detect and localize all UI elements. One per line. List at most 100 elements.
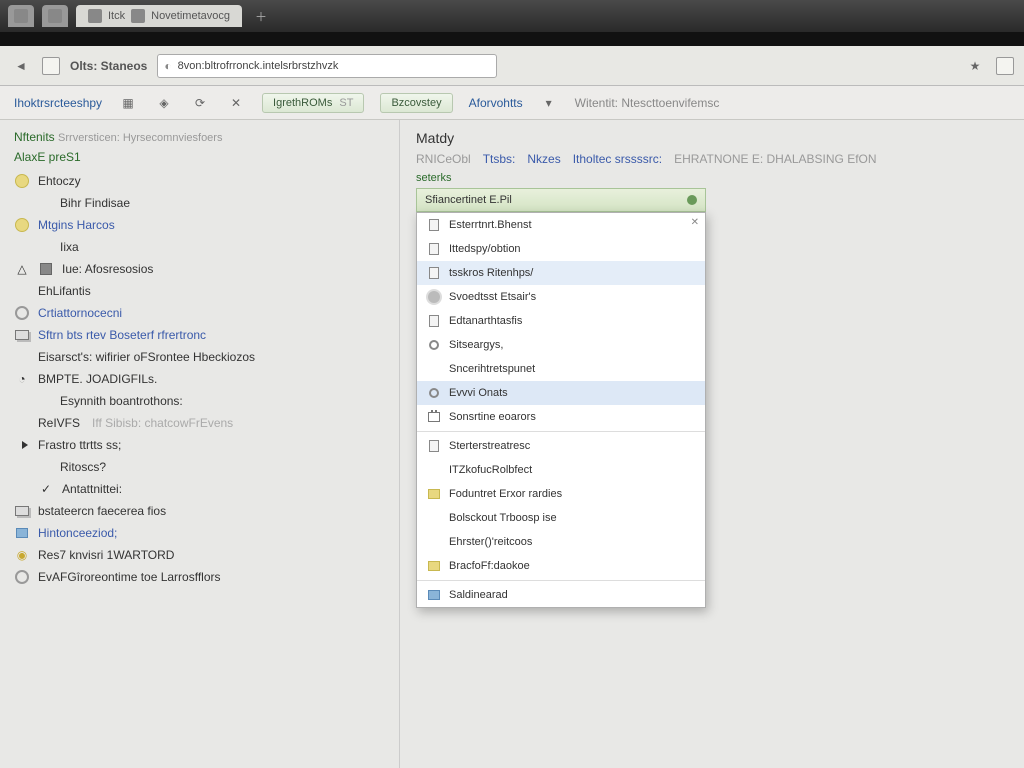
dropdown-item-label: Evvvi Onats bbox=[449, 387, 508, 399]
main-tabs: RNICeObl Ttsbs: Nkzes Itholtec srssssrc:… bbox=[416, 152, 1008, 166]
sidebar-item[interactable]: Frastro ttrtts ss; bbox=[14, 434, 385, 456]
sidebar-item-label: Bihr Findisae bbox=[60, 196, 130, 210]
toolbar-button-1[interactable]: IgrethROMs ST bbox=[262, 93, 364, 113]
dropdown-item-label: Foduntret Erxor rardies bbox=[449, 488, 562, 500]
toolbar-button-2[interactable]: Bzcovstey bbox=[380, 93, 452, 113]
new-tab-button[interactable]: ＋ bbox=[250, 5, 272, 27]
dropdown-item[interactable]: Saldinearad bbox=[417, 583, 705, 607]
sidebar-item[interactable]: ✓Antattnittei: bbox=[14, 478, 385, 500]
tab-item[interactable]: Ttsbs: bbox=[483, 152, 516, 166]
sidebar-item[interactable]: EvAFGîroreontime toe Larrosfflors bbox=[14, 566, 385, 588]
tab-item: EHRATNONE E: DHALABSING EfON bbox=[674, 152, 876, 166]
stack-icon bbox=[14, 503, 30, 519]
sidebar-item-label: Res7 knvisri 1WARTORD bbox=[38, 548, 174, 562]
sidebar-item[interactable]: ReIVFSIff Sibisb: chatcowFrEvens bbox=[14, 412, 385, 434]
spacer-icon bbox=[14, 349, 30, 365]
tab-item[interactable]: RNICeObl bbox=[416, 152, 471, 166]
sidebar-item[interactable]: ◉Res7 knvisri 1WARTORD bbox=[14, 544, 385, 566]
sidebar-item[interactable]: Eisarsct's: wifirier oFSrontee Hbeckiozo… bbox=[14, 346, 385, 368]
toolbar-icon-3[interactable]: ✕ bbox=[226, 94, 246, 112]
window-control-icon[interactable] bbox=[8, 5, 34, 27]
circle-icon bbox=[427, 386, 441, 400]
dropdown-panel: ✕ Esterrtnrt.Bhenst Ittedspy/obtiontsskro… bbox=[416, 212, 706, 608]
back-button[interactable]: ◄ bbox=[10, 55, 32, 77]
spacer-icon bbox=[14, 415, 30, 431]
item-icon bbox=[427, 511, 441, 525]
tab-item[interactable]: Itholtec srssssrc: bbox=[573, 152, 662, 166]
toolbar-link-1[interactable]: Aforvohtts bbox=[469, 96, 523, 110]
dropdown-item-label: Bolsckout Trboosp ise bbox=[449, 512, 557, 524]
dropdown-separator bbox=[417, 580, 705, 581]
tab-label: Itck bbox=[108, 10, 125, 22]
sidebar-item-label: Mtgins Harcos bbox=[38, 218, 115, 232]
dropdown-selected[interactable]: Sfiancertinet E.Pil bbox=[416, 188, 706, 212]
sidebar-item[interactable]: bstateercn faecerea fios bbox=[14, 500, 385, 522]
dropdown-item[interactable]: Ittedspy/obtion bbox=[417, 237, 705, 261]
dropdown-item[interactable]: Svoedtsst Etsair's bbox=[417, 285, 705, 309]
category-dropdown[interactable]: Sfiancertinet E.Pil ✕ Esterrtnrt.BhenstI… bbox=[416, 188, 706, 212]
sidebar-item-label: Iue: Afosresosios bbox=[62, 262, 153, 276]
dropdown-item[interactable]: Foduntret Erxor rardies bbox=[417, 482, 705, 506]
dropdown-item[interactable]: Sitseargys, bbox=[417, 333, 705, 357]
dropdown-item[interactable]: Sonsrtine eoarors bbox=[417, 405, 705, 429]
dropdown-item[interactable]: tsskros Ritenhps/ bbox=[417, 261, 705, 285]
dropdown-item[interactable]: Sncerihtretspunet bbox=[417, 357, 705, 381]
sidebar-item-label: Esynnith boantrothons: bbox=[60, 394, 183, 408]
refresh-icon[interactable]: ⟳ bbox=[190, 94, 210, 112]
document-icon bbox=[427, 218, 441, 232]
spacer-icon bbox=[36, 393, 52, 409]
dropdown-item[interactable]: ITZkofucRolbfect bbox=[417, 458, 705, 482]
dropdown-icon[interactable]: ▾ bbox=[539, 94, 559, 112]
dropdown-item[interactable]: Sterterstreatresc bbox=[417, 434, 705, 458]
sidebar-item[interactable]: Ritoscs? bbox=[14, 456, 385, 478]
dropdown-item[interactable]: BracfoFf:daokoe bbox=[417, 554, 705, 578]
sidebar-header: Nftenits Srrversticen: Hyrsecomnviesfoer… bbox=[14, 130, 385, 144]
sidebar-item[interactable]: ◔BMPTE. JOADIGFILs. bbox=[14, 368, 385, 390]
bookmark-icon[interactable]: ★ bbox=[964, 55, 986, 77]
browser-tab-1[interactable]: Itck Novetimetavocg bbox=[76, 5, 242, 27]
dropdown-item-label: Sterterstreatresc bbox=[449, 440, 530, 452]
sidebar-item-label: Hintonceeziod; bbox=[38, 526, 117, 540]
dropdown-item[interactable]: Ehrster()'reitcoos bbox=[417, 530, 705, 554]
sidebar-item[interactable]: Crtiattornocecni bbox=[14, 302, 385, 324]
sidebar-item-label: Crtiattornocecni bbox=[38, 306, 122, 320]
tab-item[interactable]: Nkzes bbox=[527, 152, 560, 166]
browser-tab-small[interactable] bbox=[42, 5, 68, 27]
dropdown-item[interactable]: Edtanarthtasfis bbox=[417, 309, 705, 333]
dropdown-separator bbox=[417, 431, 705, 432]
sidebar-item-label: EvAFGîroreontime toe Larrosfflors bbox=[38, 570, 221, 584]
calendar-icon bbox=[427, 410, 441, 424]
sidebar-item[interactable]: Bihr Findisae bbox=[14, 192, 385, 214]
spacer-icon bbox=[14, 481, 30, 497]
radio-icon bbox=[14, 569, 30, 585]
sidebar-item[interactable]: Mtgins Harcos bbox=[14, 214, 385, 236]
sidebar-item[interactable]: EhLifantis bbox=[14, 280, 385, 302]
item-icon bbox=[427, 362, 441, 376]
menu-icon[interactable] bbox=[996, 57, 1014, 75]
address-bar[interactable]: ◐ bbox=[157, 54, 497, 78]
dropdown-item[interactable]: Evvvi Onats bbox=[417, 381, 705, 405]
dropdown-item-label: Sitseargys, bbox=[449, 339, 503, 351]
app-brand[interactable]: Ihoktrsrcteeshpy bbox=[14, 96, 102, 110]
sidebar-panel: Nftenits Srrversticen: Hyrsecomnviesfoer… bbox=[0, 120, 400, 768]
radio-icon bbox=[14, 305, 30, 321]
sidebar-item[interactable]: Hintonceeziod; bbox=[14, 522, 385, 544]
dropdown-item[interactable]: Bolsckout Trboosp ise bbox=[417, 506, 705, 530]
url-input[interactable] bbox=[178, 60, 491, 72]
dropdown-close-icon[interactable]: ✕ bbox=[691, 217, 699, 228]
check-icon: ✓ bbox=[38, 481, 54, 497]
page-icon bbox=[42, 57, 60, 75]
sidebar-item[interactable]: Esynnith boantrothons: bbox=[14, 390, 385, 412]
dropdown-item-label: Esterrtnrt.Bhenst bbox=[449, 219, 532, 231]
toolbar-icon-1[interactable]: ▦ bbox=[118, 94, 138, 112]
spacer-icon bbox=[36, 459, 52, 475]
sidebar-item-label: Ritoscs? bbox=[60, 460, 106, 474]
document-icon bbox=[427, 314, 441, 328]
sidebar-item[interactable]: Iixa bbox=[14, 236, 385, 258]
sidebar-item[interactable]: Sftrn bts rtev Boseterf rfrertronc bbox=[14, 324, 385, 346]
toolbar-icon-2[interactable]: ◈ bbox=[154, 94, 174, 112]
sidebar-item[interactable]: Ehtoczy bbox=[14, 170, 385, 192]
sidebar-item[interactable]: △Iue: Afosresosios bbox=[14, 258, 385, 280]
clock-icon: ◔ bbox=[14, 371, 30, 387]
dropdown-item[interactable]: Esterrtnrt.Bhenst bbox=[417, 213, 705, 237]
